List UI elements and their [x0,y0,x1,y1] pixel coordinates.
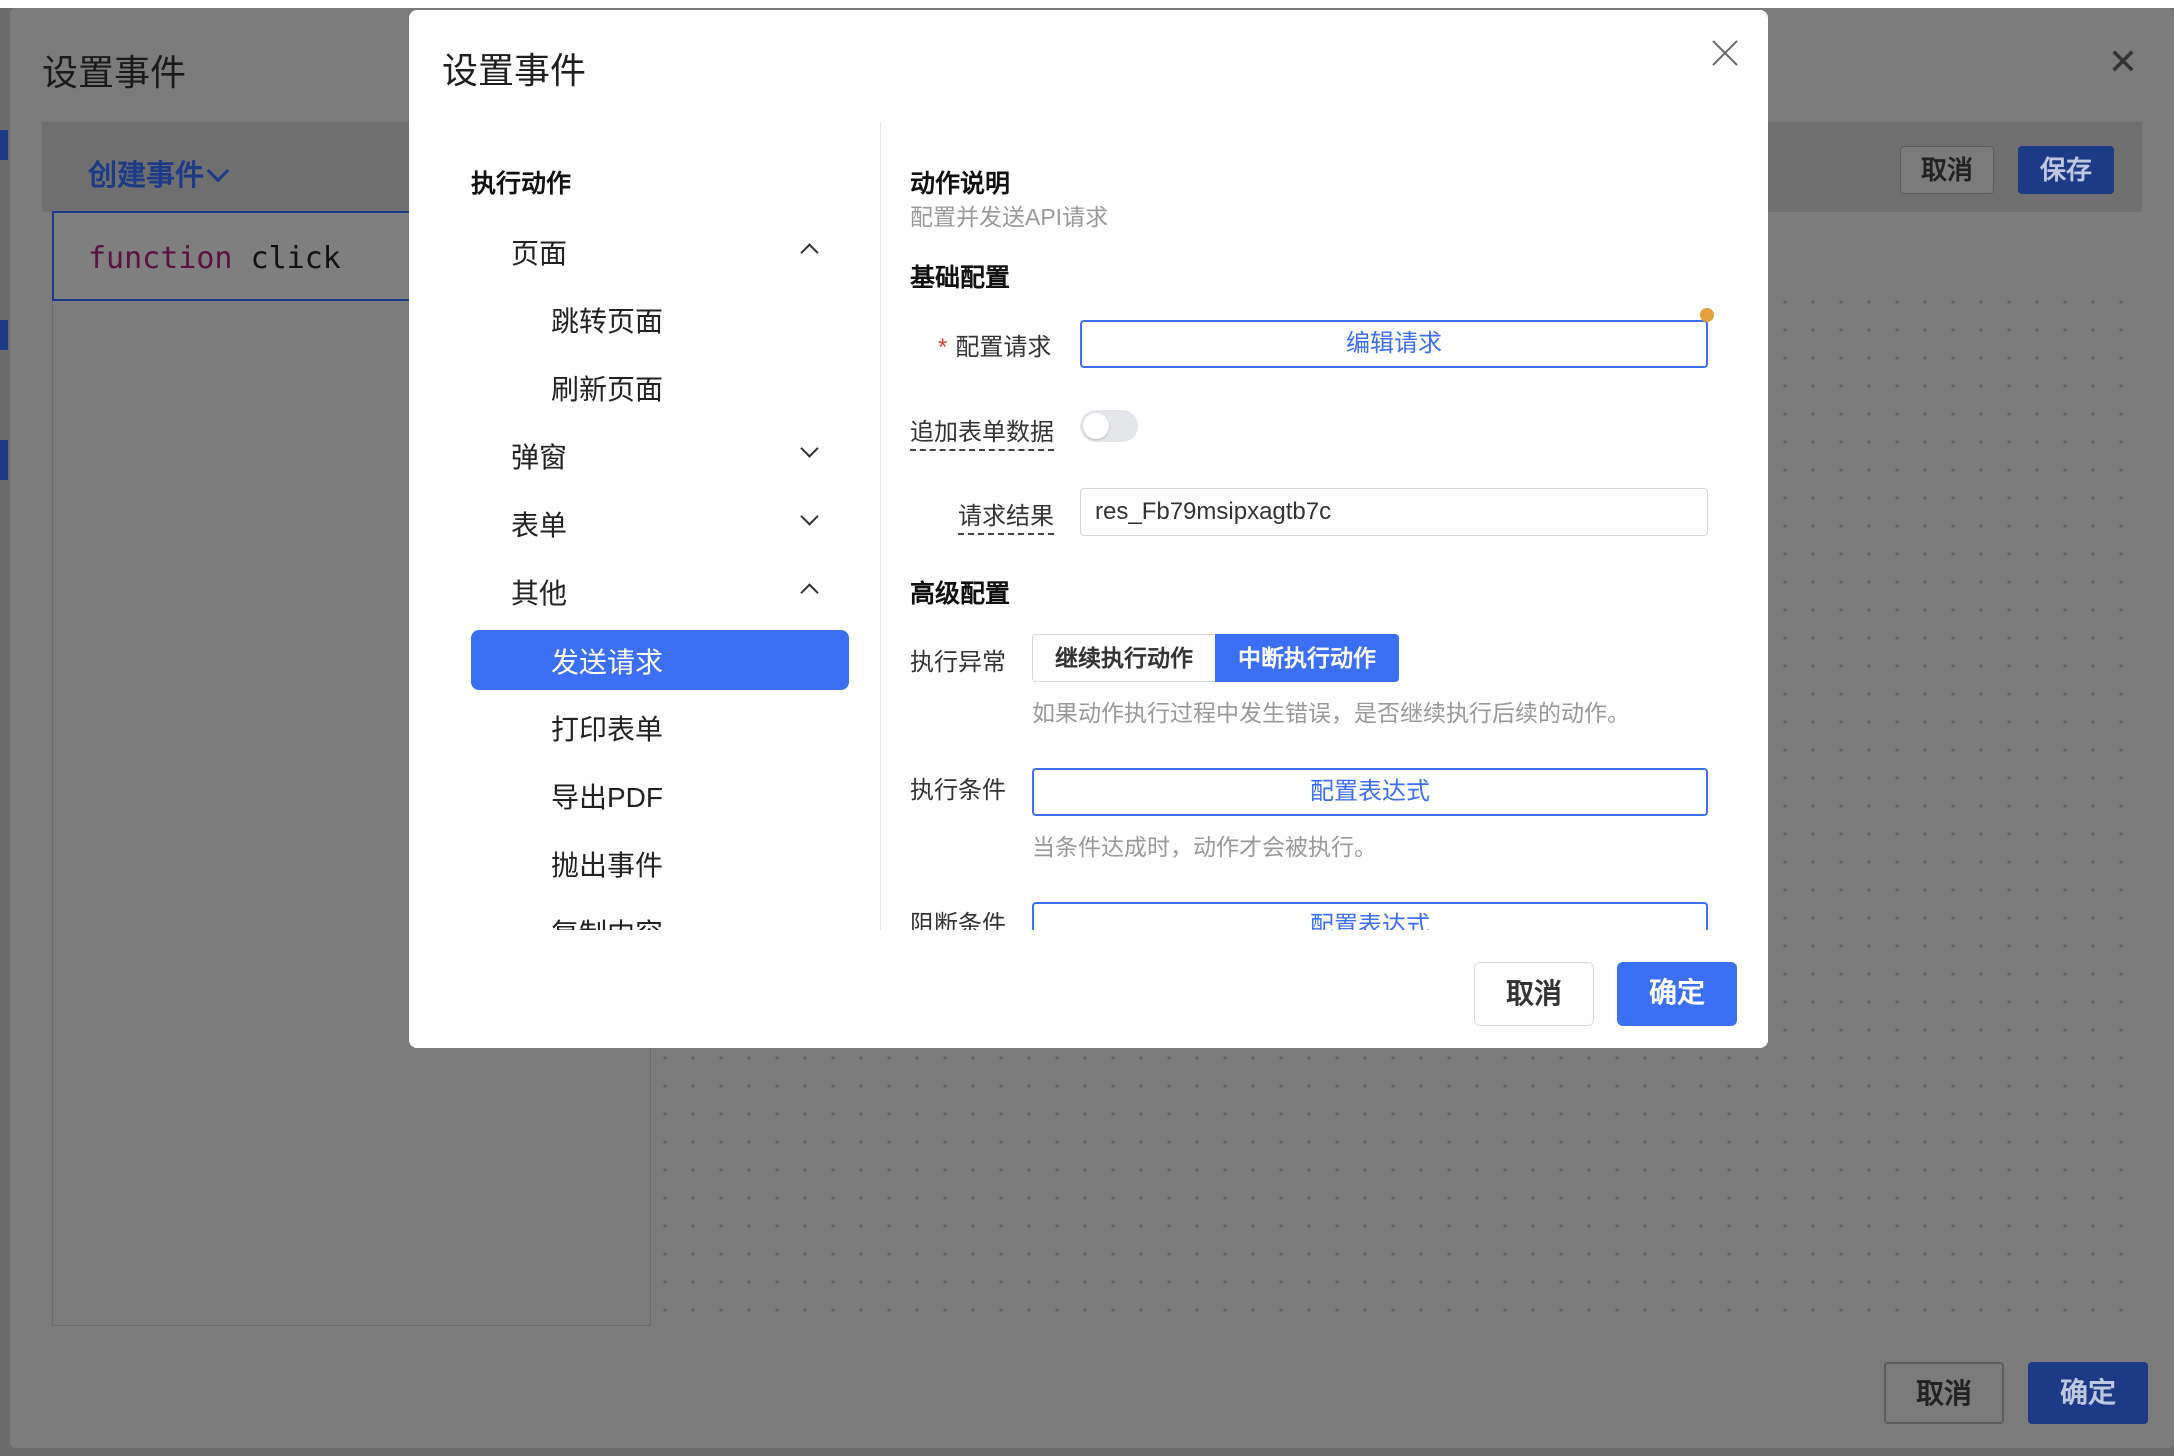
background-save-button[interactable]: 保存 [2018,146,2114,194]
block-condition-expression-button[interactable]: 配置表达式 [1032,902,1708,930]
tree-item-copy-content[interactable]: 复制内容 [551,912,663,930]
set-event-modal: 设置事件 执行动作 页面 跳转页面 刷新页面 弹窗 表单 其他 发送请求 打印表… [409,10,1768,1048]
tree-item-send-request[interactable]: 发送请求 [471,630,849,690]
code-keyword: function [88,241,233,276]
confirm-button[interactable]: 确定 [1617,962,1737,1026]
condition-hint: 当条件达成时，动作才会被执行。 [1032,834,1377,860]
tree-item-throw-event[interactable]: 抛出事件 [551,844,663,884]
condition-expression-button[interactable]: 配置表达式 [1032,768,1708,816]
exception-hint: 如果动作执行过程中发生错误，是否继续执行后续的动作。 [1032,700,1630,726]
action-desc-title: 动作说明 [910,170,1011,198]
event-code-item[interactable]: function click [52,211,432,301]
continue-action-option[interactable]: 继续执行动作 [1032,634,1215,682]
request-result-label: 请求结果 [958,496,1054,535]
close-icon[interactable] [1709,38,1741,70]
action-tree: 执行动作 页面 跳转页面 刷新页面 弹窗 表单 其他 发送请求 打印表单 导出P… [471,122,851,930]
modal-title: 设置事件 [442,50,587,91]
exception-label: 执行异常 [910,649,1006,676]
background-close-icon[interactable]: ✕ [2108,44,2138,80]
panel-divider [880,122,881,930]
cancel-button[interactable]: 取消 [1474,962,1594,1026]
background-cancel-button[interactable]: 取消 [1900,146,1994,194]
required-mark: * [938,334,948,361]
tree-group-form[interactable]: 表单 [511,504,567,544]
edit-request-button[interactable]: 编辑请求 [1080,320,1708,368]
chevron-up-icon[interactable] [800,583,819,602]
tree-group-page[interactable]: 页面 [511,232,567,272]
chevron-down-icon [206,159,230,183]
append-form-data-label: 追加表单数据 [910,412,1054,451]
condition-label: 执行条件 [910,777,1006,804]
tree-item-export-pdf[interactable]: 导出PDF [551,776,663,816]
background-dialog-title: 设置事件 [42,52,187,93]
request-result-input[interactable]: res_Fb79msipxagtb7c [1080,488,1708,536]
edge-marker [0,320,8,350]
tree-item-jump-page[interactable]: 跳转页面 [551,300,663,340]
block-condition-label: 阻断条件 [910,911,1006,930]
tree-title: 执行动作 [471,170,572,198]
action-desc-text: 配置并发送API请求 [910,204,1109,230]
append-form-data-switch[interactable] [1080,410,1138,442]
tree-group-dialog[interactable]: 弹窗 [511,436,567,476]
action-config-panel: 动作说明 配置并发送API请求 基础配置 * 配置请求 编辑请求 追加表单数据 请… [910,122,1730,930]
chevron-up-icon[interactable] [800,243,819,262]
top-strip [0,0,2174,8]
edge-marker [0,440,8,480]
abort-action-option[interactable]: 中断执行动作 [1215,634,1399,682]
edge-marker [0,130,8,160]
create-event-label: 创建事件 [88,160,205,192]
background-ok-bottom-button[interactable]: 确定 [2028,1362,2148,1424]
code-function-name: click [250,241,341,276]
tree-group-other[interactable]: 其他 [511,572,567,612]
create-event-dropdown[interactable]: 创建事件 [88,152,230,194]
tree-item-print-form[interactable]: 打印表单 [551,708,663,748]
advanced-config-title: 高级配置 [910,580,1011,608]
tree-item-label: 发送请求 [551,647,664,678]
chevron-down-icon[interactable] [800,439,819,458]
status-dot [1700,308,1714,322]
config-request-label: * 配置请求 [938,334,1052,361]
background-cancel-bottom-button[interactable]: 取消 [1884,1362,2004,1424]
exception-segmented-control: 继续执行动作 中断执行动作 [1032,634,1399,682]
chevron-down-icon[interactable] [800,507,819,526]
basic-config-title: 基础配置 [910,264,1011,292]
tree-item-refresh-page[interactable]: 刷新页面 [551,368,663,408]
